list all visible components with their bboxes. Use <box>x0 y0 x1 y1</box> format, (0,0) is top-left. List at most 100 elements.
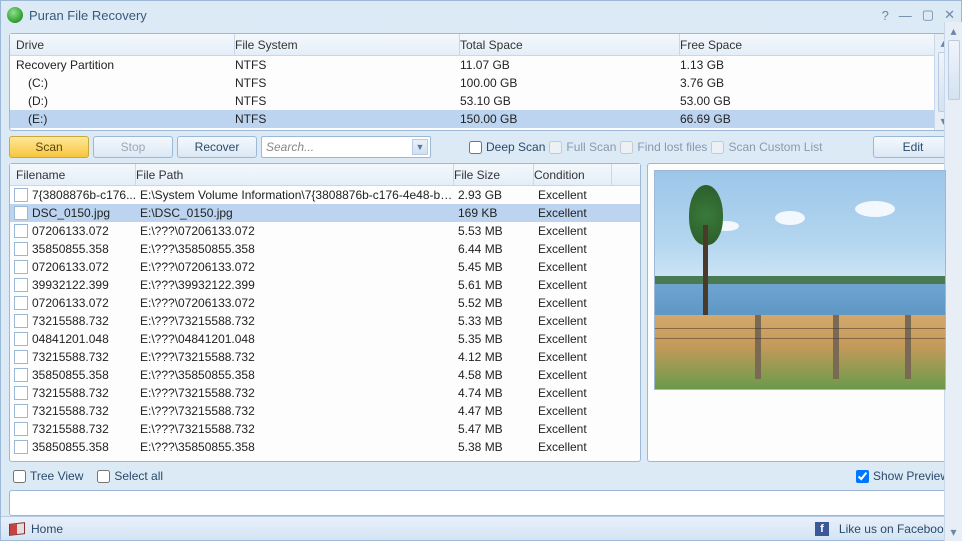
file-path: E:\???\04841201.048 <box>140 332 458 346</box>
minimize-icon[interactable]: — <box>899 8 912 23</box>
file-path: E:\???\35850855.358 <box>140 368 458 382</box>
maximize-icon[interactable]: ▢ <box>922 7 934 23</box>
file-checkbox[interactable] <box>14 422 28 436</box>
home-link[interactable]: Home <box>31 522 63 536</box>
show-preview-checkbox[interactable]: Show Preview <box>856 469 949 483</box>
file-path: E:\???\39932122.399 <box>140 278 458 292</box>
scan-custom-list-checkbox[interactable]: Scan Custom List <box>711 140 822 154</box>
col-drive[interactable]: Drive <box>10 34 235 55</box>
file-path: E:\???\35850855.358 <box>140 242 458 256</box>
search-input[interactable]: Search... ▼ <box>261 136 431 158</box>
file-scrollbar[interactable]: ▴ ▾ <box>944 22 962 541</box>
file-name: 07206133.072 <box>32 224 140 238</box>
file-list-panel: Filename File Path File Size Condition 7… <box>9 163 641 462</box>
drive-row[interactable]: (D:)NTFS53.10 GB53.00 GB <box>10 92 952 110</box>
help-icon[interactable]: ? <box>882 8 889 23</box>
file-name: 73215588.732 <box>32 386 140 400</box>
drive-row[interactable]: (E:)NTFS150.00 GB66.69 GB <box>10 110 952 128</box>
deep-scan-checkbox[interactable]: Deep Scan <box>469 140 545 154</box>
file-checkbox[interactable] <box>14 242 28 256</box>
col-filepath[interactable]: File Path <box>136 164 454 185</box>
file-row[interactable]: 07206133.072E:\???\07206133.0725.52 MBEx… <box>10 294 640 312</box>
scroll-down-icon[interactable]: ▾ <box>950 525 956 539</box>
scroll-up-icon[interactable]: ▴ <box>950 24 956 38</box>
file-row[interactable]: 73215588.732E:\???\73215588.7325.47 MBEx… <box>10 420 640 438</box>
file-row[interactable]: DSC_0150.jpgE:\DSC_0150.jpg169 KBExcelle… <box>10 204 640 222</box>
file-row[interactable]: 04841201.048E:\???\04841201.0485.35 MBEx… <box>10 330 640 348</box>
file-condition: Excellent <box>538 188 616 202</box>
file-name: 07206133.072 <box>32 260 140 274</box>
full-scan-checkbox[interactable]: Full Scan <box>549 140 616 154</box>
select-all-checkbox[interactable]: Select all <box>97 469 163 483</box>
file-path: E:\DSC_0150.jpg <box>140 206 458 220</box>
file-size: 5.53 MB <box>458 224 538 238</box>
file-row[interactable]: 73215588.732E:\???\73215588.7324.74 MBEx… <box>10 384 640 402</box>
file-path: E:\???\07206133.072 <box>140 224 458 238</box>
file-row[interactable]: 35850855.358E:\???\35850855.3586.44 MBEx… <box>10 240 640 258</box>
scan-button[interactable]: Scan <box>9 136 89 158</box>
file-row[interactable]: 7{3808876b-c176...E:\System Volume Infor… <box>10 186 640 204</box>
scroll-thumb[interactable] <box>948 40 960 100</box>
file-name: 35850855.358 <box>32 368 140 382</box>
file-condition: Excellent <box>538 440 616 454</box>
drive-name: Recovery Partition <box>10 58 235 72</box>
file-name: 07206133.072 <box>32 296 140 310</box>
file-row[interactable]: 73215588.732E:\???\73215588.7324.12 MBEx… <box>10 348 640 366</box>
file-checkbox[interactable] <box>14 278 28 292</box>
file-checkbox[interactable] <box>14 314 28 328</box>
find-lost-files-checkbox[interactable]: Find lost files <box>620 140 707 154</box>
col-free-space[interactable]: Free Space <box>680 38 890 52</box>
col-condition[interactable]: Condition <box>534 164 612 185</box>
file-row[interactable]: 35850855.358E:\???\35850855.3584.58 MBEx… <box>10 366 640 384</box>
file-checkbox[interactable] <box>14 368 28 382</box>
col-filesize[interactable]: File Size <box>454 164 534 185</box>
file-path: E:\???\73215588.732 <box>140 350 458 364</box>
file-row[interactable]: 73215588.732E:\???\73215588.7324.47 MBEx… <box>10 402 640 420</box>
drive-row[interactable]: Recovery PartitionNTFS11.07 GB1.13 GB <box>10 56 952 74</box>
window-title: Puran File Recovery <box>29 8 882 23</box>
file-name: 35850855.358 <box>32 242 140 256</box>
file-row[interactable]: 39932122.399E:\???\39932122.3995.61 MBEx… <box>10 276 640 294</box>
drive-row[interactable]: (F:)NTFS150.00 GB86.93 GB <box>10 128 952 130</box>
file-path: E:\???\73215588.732 <box>140 422 458 436</box>
options-row: Tree View Select all Show Preview <box>9 466 953 486</box>
file-checkbox[interactable] <box>14 224 28 238</box>
col-file-system[interactable]: File System <box>235 34 460 55</box>
titlebar: Puran File Recovery ? — ▢ ✕ <box>1 1 961 29</box>
edit-button[interactable]: Edit <box>873 136 953 158</box>
facebook-link[interactable]: Like us on Facebook. <box>839 522 953 536</box>
file-path: E:\???\73215588.732 <box>140 386 458 400</box>
dropdown-icon[interactable]: ▼ <box>412 139 428 155</box>
file-condition: Excellent <box>538 314 616 328</box>
recover-button[interactable]: Recover <box>177 136 257 158</box>
file-condition: Excellent <box>538 422 616 436</box>
file-name: 39932122.399 <box>32 278 140 292</box>
facebook-icon[interactable]: f <box>815 522 829 536</box>
file-checkbox[interactable] <box>14 440 28 454</box>
file-checkbox[interactable] <box>14 332 28 346</box>
file-size: 5.33 MB <box>458 314 538 328</box>
file-checkbox[interactable] <box>14 350 28 364</box>
file-name: 04841201.048 <box>32 332 140 346</box>
file-checkbox[interactable] <box>14 404 28 418</box>
close-icon[interactable]: ✕ <box>944 7 955 23</box>
file-row[interactable]: 07206133.072E:\???\07206133.0725.53 MBEx… <box>10 222 640 240</box>
col-filename[interactable]: Filename <box>10 164 136 185</box>
col-total-space[interactable]: Total Space <box>460 34 680 55</box>
file-condition: Excellent <box>538 386 616 400</box>
file-row[interactable]: 35850855.358E:\???\35850855.3585.38 MBEx… <box>10 438 640 456</box>
file-checkbox[interactable] <box>14 206 28 220</box>
file-path: E:\???\07206133.072 <box>140 296 458 310</box>
drive-list-panel: Drive File System Total Space Free Space… <box>9 33 953 131</box>
stop-button[interactable]: Stop <box>93 136 173 158</box>
file-checkbox[interactable] <box>14 386 28 400</box>
drive-row[interactable]: (C:)NTFS100.00 GB3.76 GB <box>10 74 952 92</box>
tree-view-checkbox[interactable]: Tree View <box>13 469 83 483</box>
app-icon <box>7 7 23 23</box>
file-row[interactable]: 73215588.732E:\???\73215588.7325.33 MBEx… <box>10 312 640 330</box>
file-row[interactable]: 07206133.072E:\???\07206133.0725.45 MBEx… <box>10 258 640 276</box>
file-path: E:\???\73215588.732 <box>140 314 458 328</box>
file-checkbox[interactable] <box>14 260 28 274</box>
file-checkbox[interactable] <box>14 188 28 202</box>
file-checkbox[interactable] <box>14 296 28 310</box>
